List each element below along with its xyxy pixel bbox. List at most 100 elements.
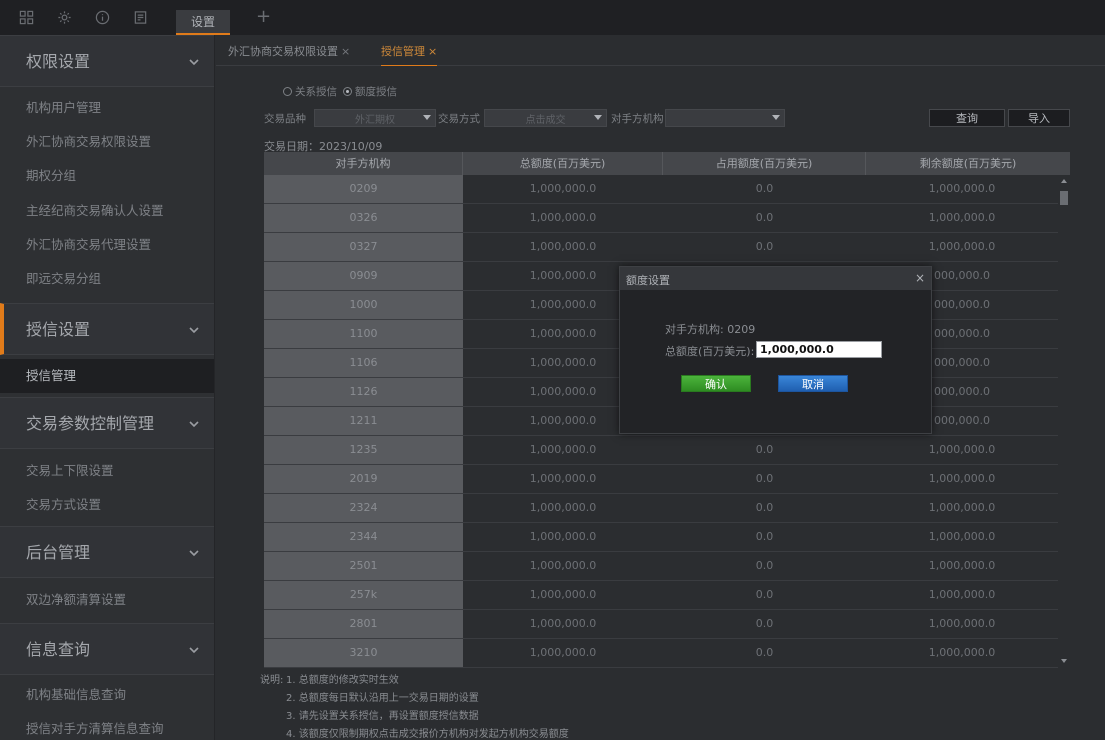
sidebar-group-trade-params[interactable]: 交易参数控制管理 — [0, 397, 214, 449]
add-tab-icon[interactable]: + — [256, 8, 271, 26]
scroll-down-icon[interactable] — [1061, 659, 1067, 663]
column-header[interactable]: 占用额度(百万美元) — [663, 152, 866, 175]
grid-icon[interactable] — [18, 10, 34, 26]
dropdown-arrow-icon — [594, 115, 602, 120]
table-cell: 2501 — [264, 552, 463, 580]
document-icon[interactable] — [132, 10, 148, 26]
table-row[interactable]: 2324 1,000,000.0 0.0 1,000,000.0 — [264, 494, 1058, 523]
table-scrollbar[interactable] — [1058, 175, 1070, 667]
sidebar-item-netting[interactable]: 双边净额清算设置 — [0, 583, 214, 617]
dialog-title: 额度设置 — [626, 274, 670, 287]
sidebar-item-option-group[interactable]: 期权分组 — [0, 159, 214, 193]
chevron-down-icon — [188, 644, 200, 656]
column-header[interactable]: 剩余额度(百万美元) — [866, 152, 1070, 175]
method-select[interactable]: 点击成交 — [484, 109, 607, 127]
method-select-value: 点击成交 — [525, 114, 566, 126]
table-cell: 1106 — [264, 349, 463, 377]
table-header: 对手方机构 总额度(百万美元) 占用额度(百万美元) 剩余额度(百万美元) — [264, 152, 1070, 175]
table-cell: 1,000,000.0 — [529, 240, 597, 253]
note-item: 4. 该额度仅限制期权点击成交报价方机构对发起方机构交易额度 — [286, 729, 569, 740]
table-cell: 0327 — [264, 233, 463, 261]
table-cell: 0.0 — [755, 443, 774, 456]
counterparty-select[interactable] — [665, 109, 785, 127]
sidebar-item-spot-forward-group[interactable]: 即远交易分组 — [0, 262, 214, 296]
query-button[interactable]: 查询 — [929, 109, 1005, 127]
table-cell: 0.0 — [755, 559, 774, 572]
sidebar-item-institution-info[interactable]: 机构基础信息查询 — [0, 678, 214, 712]
chevron-down-icon — [188, 547, 200, 559]
close-icon[interactable]: × — [915, 271, 925, 285]
table-cell: 1,000,000.0 — [529, 501, 597, 514]
sidebar-item-credit-counterparty[interactable]: 授信对手方清算信息查询 — [0, 712, 214, 740]
column-header[interactable]: 总额度(百万美元) — [463, 152, 663, 175]
note-item: 1. 总额度的修改实时生效 — [286, 675, 399, 686]
table-cell: 1,000,000.0 — [928, 182, 996, 195]
table-cell: 0.0 — [755, 530, 774, 543]
sidebar-item-trade-method[interactable]: 交易方式设置 — [0, 488, 214, 522]
sidebar-item-user-management[interactable]: 机构用户管理 — [0, 91, 214, 125]
product-label: 交易品种 — [264, 113, 306, 125]
method-label: 交易方式 — [438, 113, 480, 125]
sidebar-group-label: 交易参数控制管理 — [26, 414, 155, 433]
tab-credit-management[interactable]: 授信管理 × — [381, 43, 438, 66]
table-cell: 1235 — [264, 436, 463, 464]
info-icon[interactable] — [94, 10, 110, 26]
table-row[interactable]: 0326 1,000,000.0 0.0 1,000,000.0 — [264, 204, 1058, 233]
radio-relationship-credit[interactable]: 关系授信 — [283, 84, 337, 99]
column-header[interactable]: 对手方机构 — [264, 152, 463, 175]
product-select[interactable]: 外汇期权 — [314, 109, 436, 127]
table-cell: 1,000,000.0 — [529, 443, 597, 456]
import-button[interactable]: 导入 — [1008, 109, 1070, 127]
sidebar-group-info-query[interactable]: 信息查询 — [0, 623, 214, 675]
counterparty-label: 对手方机构 — [611, 113, 664, 125]
table-cell: 257k — [264, 581, 463, 609]
table-cell: 0.0 — [755, 646, 774, 659]
table-cell: 0.0 — [755, 588, 774, 601]
radio-amount-credit[interactable]: 额度授信 — [343, 84, 397, 99]
dialog-total-label: 总额度(百万美元): — [665, 345, 755, 358]
table-cell: 1,000,000.0 — [928, 443, 996, 456]
table-row[interactable]: 2344 1,000,000.0 0.0 1,000,000.0 — [264, 523, 1058, 552]
table-cell: 1,000,000.0 — [928, 501, 996, 514]
sidebar-group-credit[interactable]: 授信设置 — [0, 303, 214, 355]
table-cell: 1,000,000.0 — [928, 472, 996, 485]
table-cell: 0326 — [264, 204, 463, 232]
table-row[interactable]: 0327 1,000,000.0 0.0 1,000,000.0 — [264, 233, 1058, 262]
sidebar-group-label: 后台管理 — [26, 543, 91, 562]
table-row[interactable]: 257k 1,000,000.0 0.0 1,000,000.0 — [264, 581, 1058, 610]
sidebar-item-prime-broker[interactable]: 主经纪商交易确认人设置 — [0, 194, 214, 228]
tab-label: 外汇协商交易权限设置 — [228, 45, 338, 58]
tab-fx-permission[interactable]: 外汇协商交易权限设置 × — [228, 43, 350, 59]
table-row[interactable]: 2801 1,000,000.0 0.0 1,000,000.0 — [264, 610, 1058, 639]
cancel-button[interactable]: 取消 — [778, 375, 848, 392]
sidebar-group-permission[interactable]: 权限设置 — [0, 35, 214, 87]
table-cell: 1126 — [264, 378, 463, 406]
table-row[interactable]: 2019 1,000,000.0 0.0 1,000,000.0 — [264, 465, 1058, 494]
sidebar-item-trade-limits[interactable]: 交易上下限设置 — [0, 454, 214, 488]
table-cell: 1,000,000.0 — [529, 559, 597, 572]
table-cell: 1,000,000.0 — [928, 530, 996, 543]
scroll-thumb[interactable] — [1060, 191, 1068, 205]
page-tab-strip: 外汇协商交易权限设置 × 授信管理 × — [216, 35, 1105, 66]
confirm-button[interactable]: 确认 — [681, 375, 751, 392]
tab-label: 授信管理 — [381, 45, 425, 58]
close-icon[interactable]: × — [428, 45, 437, 58]
settings-top-tab[interactable]: 设置 — [176, 10, 230, 35]
total-amount-input[interactable]: 1,000,000.0 — [756, 341, 882, 358]
table-row[interactable]: 1235 1,000,000.0 0.0 1,000,000.0 — [264, 436, 1058, 465]
sidebar-group-backend[interactable]: 后台管理 — [0, 526, 214, 578]
table-row[interactable]: 2501 1,000,000.0 0.0 1,000,000.0 — [264, 552, 1058, 581]
sidebar-group-label: 授信设置 — [26, 320, 91, 339]
close-icon[interactable]: × — [341, 45, 350, 58]
table-row[interactable]: 0209 1,000,000.0 0.0 1,000,000.0 — [264, 175, 1058, 204]
table-row[interactable]: 3210 1,000,000.0 0.0 1,000,000.0 — [264, 639, 1058, 668]
table-cell: 1,000,000.0 — [928, 240, 996, 253]
dialog-counterparty: 对手方机构: 0209 — [665, 323, 756, 336]
gear-icon[interactable] — [56, 10, 72, 26]
sidebar-item-fx-agent[interactable]: 外汇协商交易代理设置 — [0, 228, 214, 262]
table-cell: 1,000,000.0 — [529, 211, 597, 224]
scroll-up-icon[interactable] — [1061, 179, 1067, 183]
table-cell: 3210 — [264, 639, 463, 667]
sidebar-item-fx-permission[interactable]: 外汇协商交易权限设置 — [0, 125, 214, 159]
sidebar-item-credit-management[interactable]: 授信管理 — [0, 359, 214, 393]
